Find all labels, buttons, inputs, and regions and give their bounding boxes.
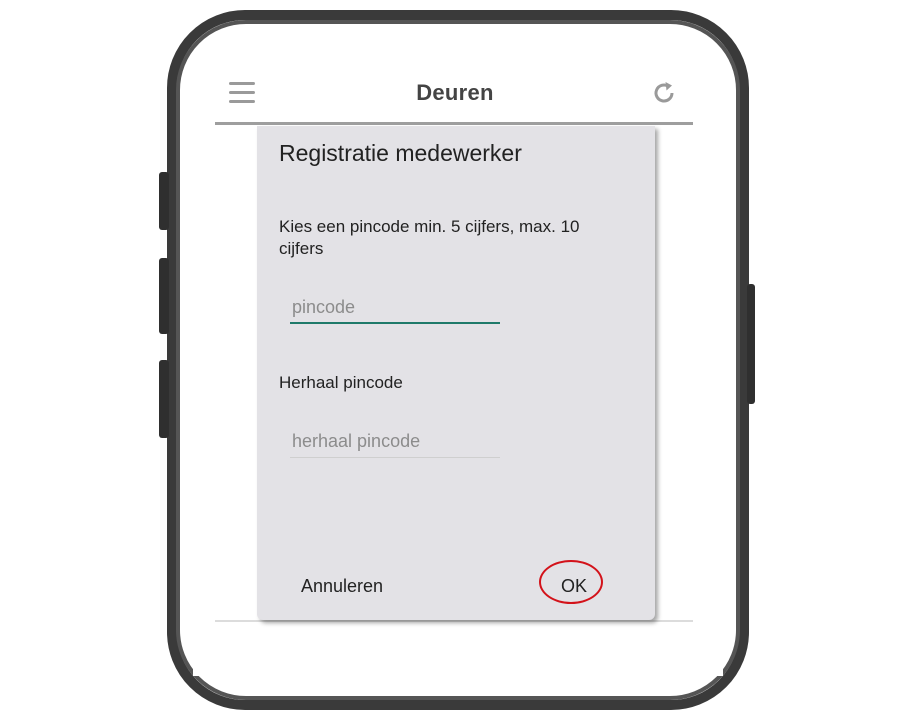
cancel-button[interactable]: Annuleren bbox=[293, 572, 391, 601]
page-title: Deuren bbox=[416, 80, 494, 105]
content-divider bbox=[215, 620, 693, 622]
side-button-lower bbox=[159, 360, 169, 438]
repeat-pincode-label: Herhaal pincode bbox=[279, 373, 403, 392]
volume-up-side-button bbox=[159, 172, 169, 230]
power-side-button bbox=[747, 284, 755, 404]
repeat-pincode-input[interactable] bbox=[290, 426, 500, 458]
volume-down-side-button bbox=[159, 258, 169, 334]
app-bar: Deuren bbox=[217, 66, 693, 124]
pincode-instruction: Kies een pincode min. 5 cijfers, max. 10… bbox=[279, 217, 580, 258]
app-bar-divider bbox=[215, 122, 693, 125]
dialog-title: Registratie medewerker bbox=[279, 140, 522, 166]
ok-button[interactable]: OK bbox=[553, 572, 595, 601]
phone-screen: Deuren Registratie medewerker Kies een p… bbox=[193, 36, 723, 676]
pincode-input[interactable] bbox=[290, 292, 500, 324]
refresh-icon[interactable] bbox=[649, 78, 679, 108]
registration-dialog: Registratie medewerker Kies een pincode … bbox=[257, 126, 655, 620]
